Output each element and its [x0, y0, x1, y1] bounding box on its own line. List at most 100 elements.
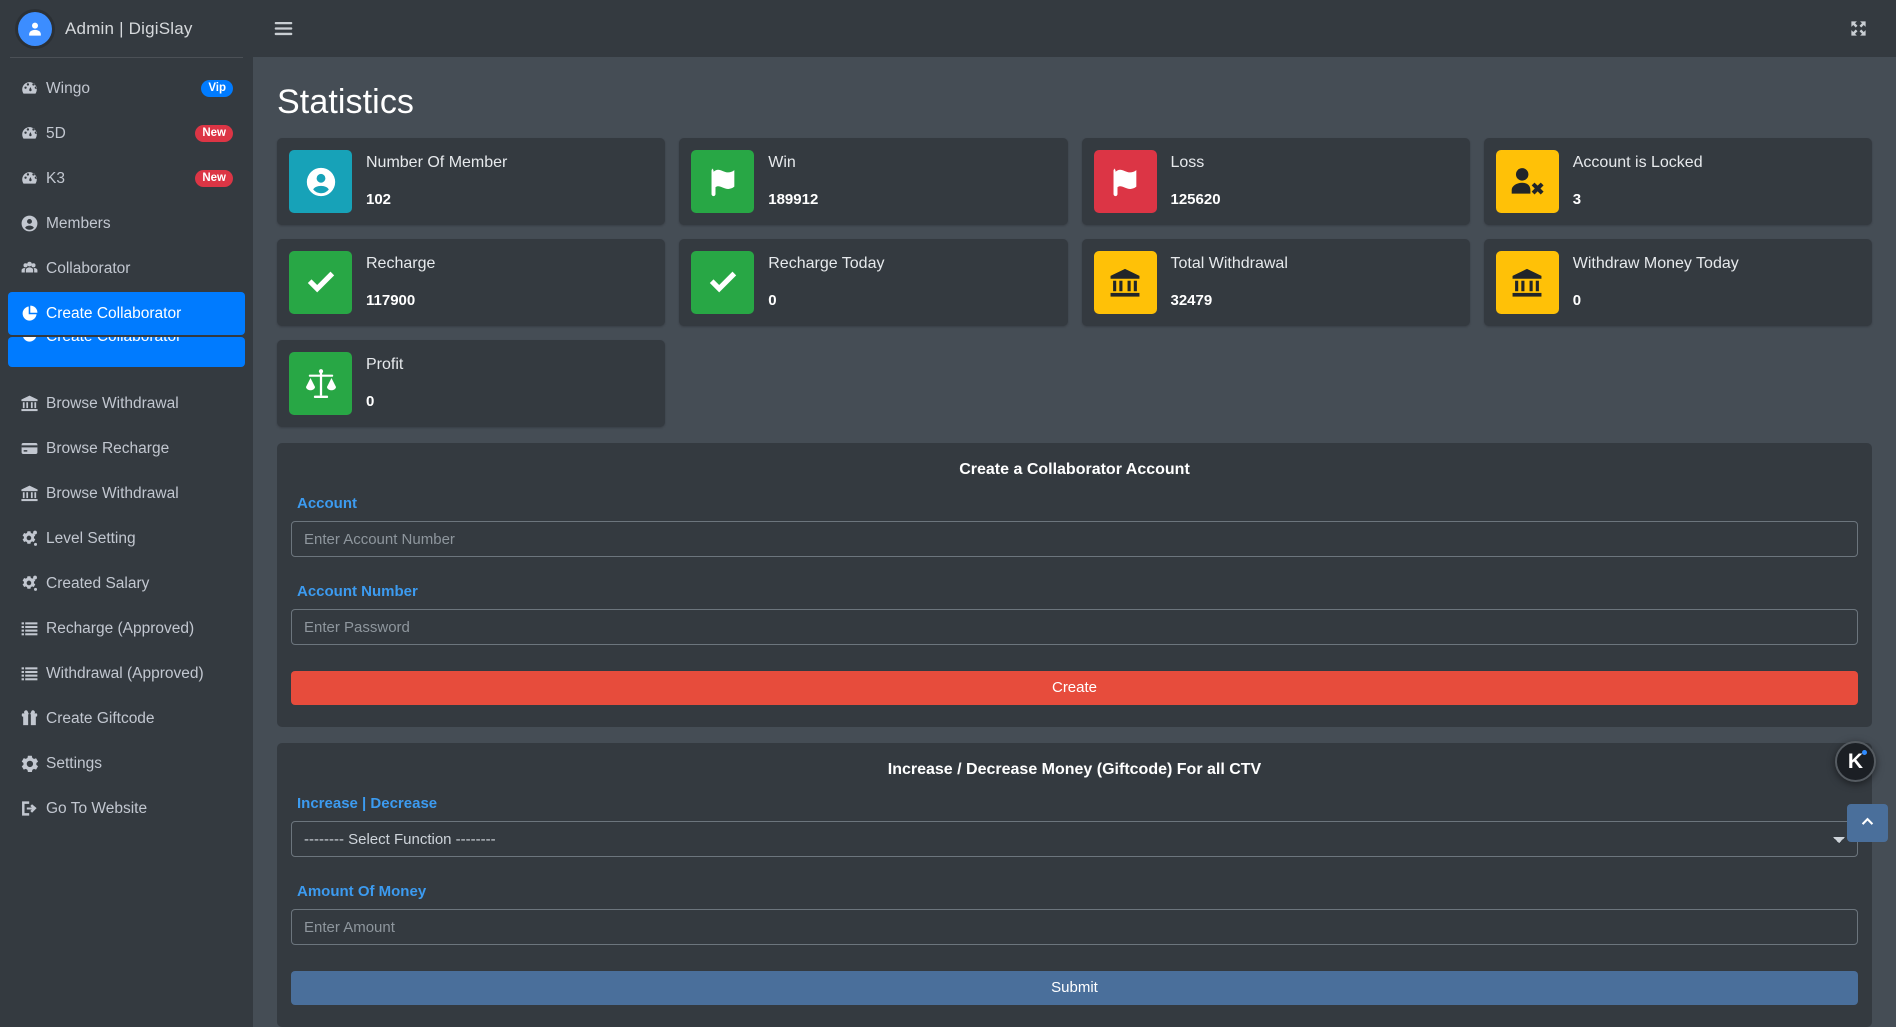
chevron-up-icon [1859, 812, 1876, 834]
account-field-group: Account [283, 495, 1866, 557]
list-icon [20, 664, 46, 683]
expand-arrows-icon[interactable] [1849, 19, 1868, 38]
hamburger-icon[interactable] [273, 18, 294, 39]
sidebar-badge-new: New [195, 170, 233, 187]
sidebar-item-go-to-website[interactable]: Go To Website [8, 787, 245, 830]
password-label: Account Number [297, 583, 418, 600]
stat-card-value: 117900 [366, 292, 416, 309]
sidebar-item-label: Browse Withdrawal [46, 394, 179, 412]
sidebar-item-k3[interactable]: K3 New [8, 157, 245, 200]
brand-title: Admin | DigiSlay [65, 18, 193, 38]
bank-icon [1495, 251, 1559, 314]
bank-icon [20, 394, 46, 413]
create-collaborator-title: Create a Collaborator Account [959, 461, 1190, 478]
pie-chart-icon [20, 304, 46, 323]
sidebar-item-browse-recharge[interactable]: Browse Recharge [8, 337, 245, 380]
stat-card: Number Of Member 102 [277, 138, 666, 225]
user-circle-icon [18, 11, 52, 46]
admin-dashboard: Admin | DigiSlay Wingo Vip 5D New K3 New Membe… [0, 0, 1896, 1027]
sidebar-badge-new: New [195, 125, 233, 142]
scroll-to-top-button[interactable] [1847, 804, 1888, 842]
stat-card-label: Total Withdrawal [1170, 255, 1288, 272]
sidebar: Admin | DigiSlay Wingo Vip 5D New K3 New Membe… [0, 0, 253, 1027]
stat-card-label: Loss [1170, 154, 1205, 171]
sidebar-item-settings[interactable]: Settings [8, 742, 245, 785]
password-input[interactable] [291, 609, 1858, 645]
stat-card-value: 32479 [1170, 292, 1213, 309]
stat-card-value: 102 [366, 191, 392, 208]
user-circle-icon [20, 214, 46, 233]
gears-icon [20, 529, 46, 548]
gauge-icon [20, 169, 46, 188]
function-select[interactable]: -------- Select Function -------- [291, 821, 1858, 857]
amount-input[interactable] [291, 909, 1858, 945]
sidebar-item-label: K3 [46, 169, 65, 187]
sidebar-item-label: Created Salary [46, 574, 150, 592]
stat-card-label: Recharge Today [768, 255, 885, 272]
stat-card-value: 189912 [768, 191, 819, 208]
stat-card-body: Account is Locked 3 [1559, 150, 1703, 213]
sidebar-item-created-salary[interactable]: Created Salary [8, 562, 245, 605]
create-button[interactable]: Create [291, 671, 1858, 705]
gauge-icon [20, 124, 46, 143]
amount-label: Amount Of Money [297, 883, 427, 900]
stat-card-label: Recharge [366, 255, 436, 272]
user-circle-icon [289, 150, 352, 213]
check-icon [691, 251, 755, 314]
sign-out-icon [20, 799, 46, 818]
stat-card: Loss 125620 [1081, 138, 1470, 225]
gears-icon [20, 574, 46, 593]
stat-card-value: 0 [768, 292, 777, 309]
main-area: Statistics Number Of Member 102 Win 189912 L… [253, 0, 1896, 1027]
flag-icon [1093, 150, 1157, 213]
sidebar-item-level-setting[interactable]: Level Setting [8, 517, 245, 560]
stat-card: Recharge 117900 [277, 239, 666, 326]
sidebar-item-label: Browse Recharge [46, 439, 170, 457]
sidebar-item-wingo[interactable]: Wingo Vip [8, 67, 245, 110]
sidebar-item-withdrawal-approved[interactable]: Withdrawal (Approved) [8, 652, 245, 695]
create-collaborator-panel: Create a Collaborator Account Account Ac… [277, 443, 1872, 727]
sidebar-item-collaborator[interactable]: Collaborator [8, 247, 245, 290]
stat-card-label: Win [768, 154, 796, 171]
sidebar-item-create-collaborator[interactable]: Create Collaborator [8, 292, 245, 335]
stat-card: Win 189912 [679, 138, 1068, 225]
stat-card-body: Number Of Member 102 [352, 150, 507, 213]
stat-card-body: Win 189912 [754, 150, 818, 213]
scale-icon [289, 352, 352, 415]
sidebar-item-label: Browse Withdrawal [46, 484, 179, 502]
giftcode-panel: Increase / Decrease Money (Giftcode) For… [277, 743, 1872, 1027]
sidebar-item-browse-withdrawal[interactable]: Browse Withdrawal [8, 382, 245, 425]
bank-icon [20, 484, 46, 503]
flag-icon [691, 150, 755, 213]
sidebar-item-browse-withdrawal[interactable]: Browse Withdrawal [8, 472, 245, 515]
sidebar-item-label: Create Giftcode [46, 709, 155, 727]
stat-card-body: Recharge Today 0 [754, 251, 884, 314]
sidebar-item-5d[interactable]: 5D New [8, 112, 245, 155]
sidebar-brand[interactable]: Admin | DigiSlay [0, 0, 253, 57]
sidebar-item-create-giftcode[interactable]: Create Giftcode [8, 697, 245, 740]
sidebar-item-recharge-approved[interactable]: Recharge (Approved) [8, 607, 245, 650]
gauge-icon [20, 79, 46, 98]
credit-card-icon [20, 439, 46, 458]
submit-button[interactable]: Submit [291, 971, 1858, 1005]
credit-card-icon [20, 349, 46, 368]
list-icon [20, 619, 46, 638]
stat-card-value: 0 [366, 393, 375, 410]
stat-card-body: Withdraw Money Today 0 [1559, 251, 1739, 314]
stat-card-label: Profit [366, 356, 404, 373]
stat-card: Withdraw Money Today 0 [1483, 239, 1872, 326]
bank-icon [1093, 251, 1157, 314]
sidebar-item-label: 5D [46, 124, 66, 142]
stat-card: Recharge Today 0 [679, 239, 1068, 326]
account-input[interactable] [291, 521, 1858, 557]
k-logo-badge-icon[interactable]: K [1835, 741, 1876, 782]
password-field-group: Account Number [283, 583, 1866, 645]
notification-dot-icon [1862, 750, 1867, 755]
sidebar-item-label: Recharge (Approved) [46, 619, 195, 637]
amount-field-group: Amount Of Money [283, 883, 1866, 945]
sidebar-nav: Wingo Vip 5D New K3 New Members Collaborator Cre… [0, 58, 253, 830]
sidebar-item-browse-recharge[interactable]: Browse Recharge [8, 427, 245, 470]
account-label: Account [297, 495, 357, 512]
sidebar-item-members[interactable]: Members [8, 202, 245, 245]
sidebar-item-label: Go To Website [46, 799, 148, 817]
